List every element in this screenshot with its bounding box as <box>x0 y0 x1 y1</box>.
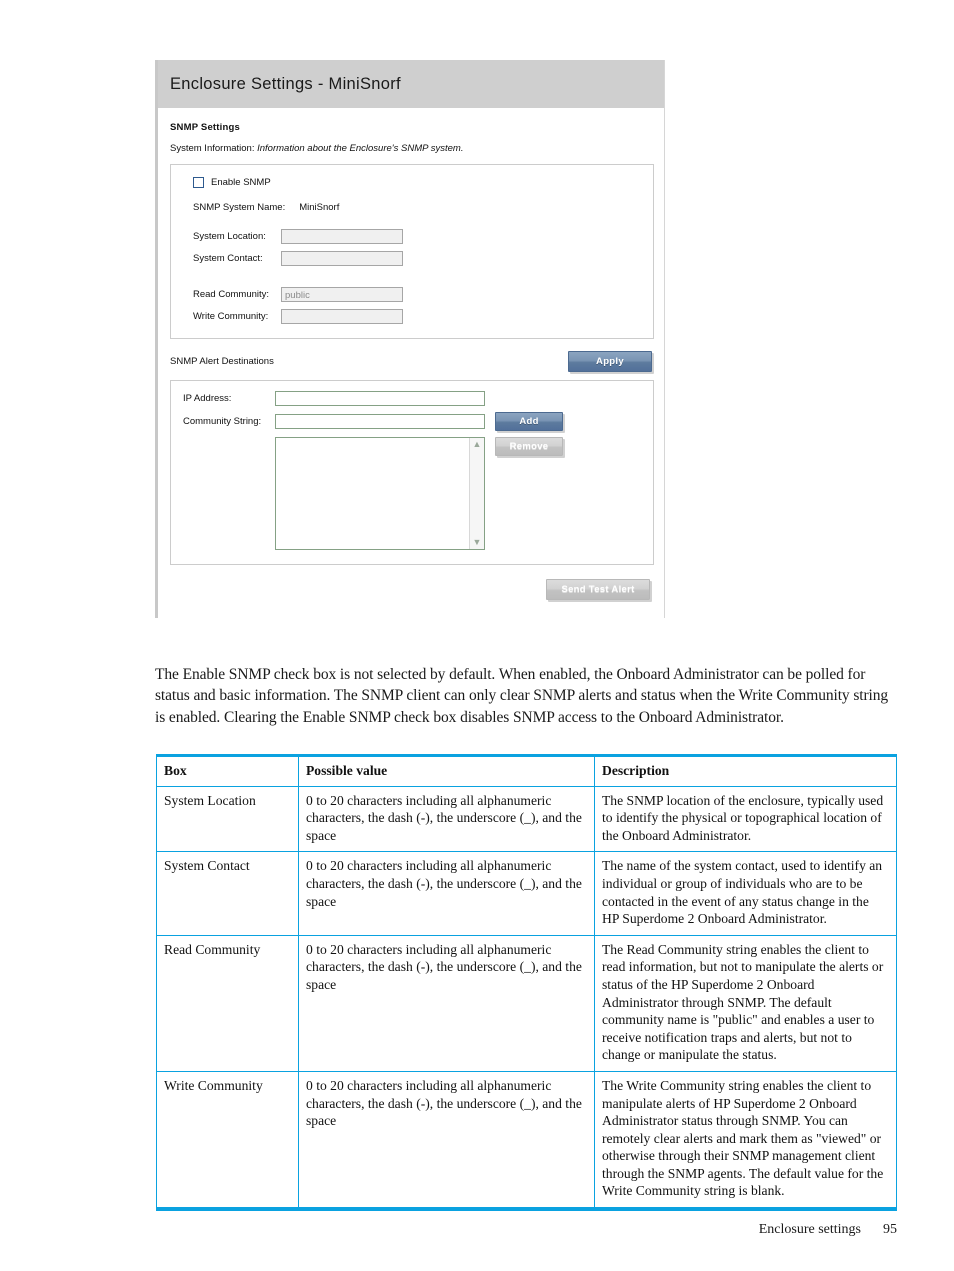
enable-snmp-row[interactable]: Enable SNMP <box>185 177 639 188</box>
cell-description: The name of the system contact, used to … <box>594 851 897 936</box>
cell-possible-value: 0 to 20 characters including all alphanu… <box>298 851 595 936</box>
cell-box: Write Community <box>156 1070 299 1212</box>
write-community-label: Write Community: <box>193 311 269 322</box>
cell-description: The Read Community string enables the cl… <box>594 934 897 1072</box>
cell-description: The Write Community string enables the c… <box>594 1070 897 1212</box>
apply-button[interactable]: Apply <box>568 351 652 372</box>
application-screenshot: Enclosure Settings - MiniSnorf SNMP Sett… <box>155 60 665 618</box>
cell-box: System Contact <box>156 851 299 936</box>
table-row: System Location 0 to 20 characters inclu… <box>156 785 897 853</box>
send-test-alert-button[interactable]: Send Test Alert <box>546 579 650 600</box>
alert-destinations-fieldset: IP Address: Community String: Add ▲ ▼ Re… <box>170 380 654 565</box>
table-row: System Contact 0 to 20 characters includ… <box>156 851 897 936</box>
read-community-label: Read Community: <box>193 289 270 300</box>
snmp-system-name-label: SNMP System Name: <box>193 202 286 213</box>
system-location-label: System Location: <box>193 231 266 242</box>
column-header-box: Box <box>156 754 299 787</box>
write-community-input[interactable] <box>281 309 403 324</box>
system-location-input[interactable] <box>281 229 403 244</box>
system-information-value: Information about the Enclosure's SNMP s… <box>257 143 464 154</box>
community-string-input[interactable] <box>275 414 485 429</box>
listbox-scrollbar[interactable]: ▲ ▼ <box>469 438 484 549</box>
enable-snmp-label: Enable SNMP <box>211 177 271 188</box>
cell-possible-value: 0 to 20 characters including all alphanu… <box>298 785 595 853</box>
snmp-system-name-value: MiniSnorf <box>299 202 340 213</box>
apply-row: SNMP Alert Destinations Apply <box>170 351 652 372</box>
add-button[interactable]: Add <box>495 412 563 431</box>
system-information-label: System Information: <box>170 143 255 154</box>
table-header-row: Box Possible value Description <box>156 754 897 787</box>
field-spacer <box>185 273 639 287</box>
table-row: Read Community 0 to 20 characters includ… <box>156 934 897 1072</box>
scroll-up-icon[interactable]: ▲ <box>473 438 482 451</box>
cell-box: Read Community <box>156 934 299 1072</box>
ip-address-input[interactable] <box>275 391 485 406</box>
snmp-settings-heading: SNMP Settings <box>170 122 240 133</box>
ip-address-row: IP Address: <box>183 391 641 406</box>
system-information-line: System Information: Information about th… <box>170 143 654 154</box>
scroll-down-icon[interactable]: ▼ <box>473 536 482 549</box>
community-string-row: Community String: Add <box>183 412 641 431</box>
cell-possible-value: 0 to 20 characters including all alphanu… <box>298 934 595 1072</box>
body-paragraph: The Enable SNMP check box is not selecte… <box>155 665 889 726</box>
remove-button[interactable]: Remove <box>495 437 563 456</box>
snmp-system-name-row: SNMP System Name: MiniSnorf <box>185 202 639 213</box>
window-titlebar: Enclosure Settings - MiniSnorf <box>158 60 664 108</box>
cell-possible-value: 0 to 20 characters including all alphanu… <box>298 1070 595 1212</box>
community-string-label: Community String: <box>183 416 262 427</box>
system-contact-input[interactable] <box>281 251 403 266</box>
read-community-row: Read Community: public <box>185 287 639 302</box>
window-title: Enclosure Settings - MiniSnorf <box>170 74 401 93</box>
footer-chapter: Enclosure settings <box>758 1222 861 1237</box>
system-contact-label: System Contact: <box>193 253 263 264</box>
listbox-content-area[interactable] <box>276 438 469 549</box>
enable-snmp-checkbox[interactable] <box>193 177 204 188</box>
write-community-row: Write Community: <box>185 309 639 324</box>
settings-reference-table: Box Possible value Description System Lo… <box>156 754 897 1212</box>
send-test-alert-row: Send Test Alert <box>168 579 650 600</box>
page-footer: Enclosure settings 95 <box>759 1222 897 1238</box>
footer-page-number: 95 <box>883 1222 897 1237</box>
column-header-description: Description <box>594 754 897 787</box>
table-row: Write Community 0 to 20 characters inclu… <box>156 1070 897 1212</box>
alert-destinations-listbox[interactable]: ▲ ▼ <box>275 437 485 550</box>
window-body: SNMP Settings System Information: Inform… <box>158 108 664 618</box>
add-remove-button-stack: Add <box>495 412 563 431</box>
system-contact-row: System Contact: <box>185 251 639 266</box>
system-location-row: System Location: <box>185 229 639 244</box>
destinations-list-row: ▲ ▼ Remove <box>183 437 641 550</box>
remove-button-stack: Remove <box>495 437 563 456</box>
column-header-possible-value: Possible value <box>298 754 595 787</box>
ip-address-label: IP Address: <box>183 393 232 404</box>
read-community-input[interactable]: public <box>281 287 403 302</box>
snmp-alert-destinations-label: SNMP Alert Destinations <box>170 356 274 367</box>
cell-box: System Location <box>156 785 299 853</box>
snmp-settings-fieldset: Enable SNMP SNMP System Name: MiniSnorf … <box>170 164 654 339</box>
cell-description: The SNMP location of the enclosure, typi… <box>594 785 897 853</box>
